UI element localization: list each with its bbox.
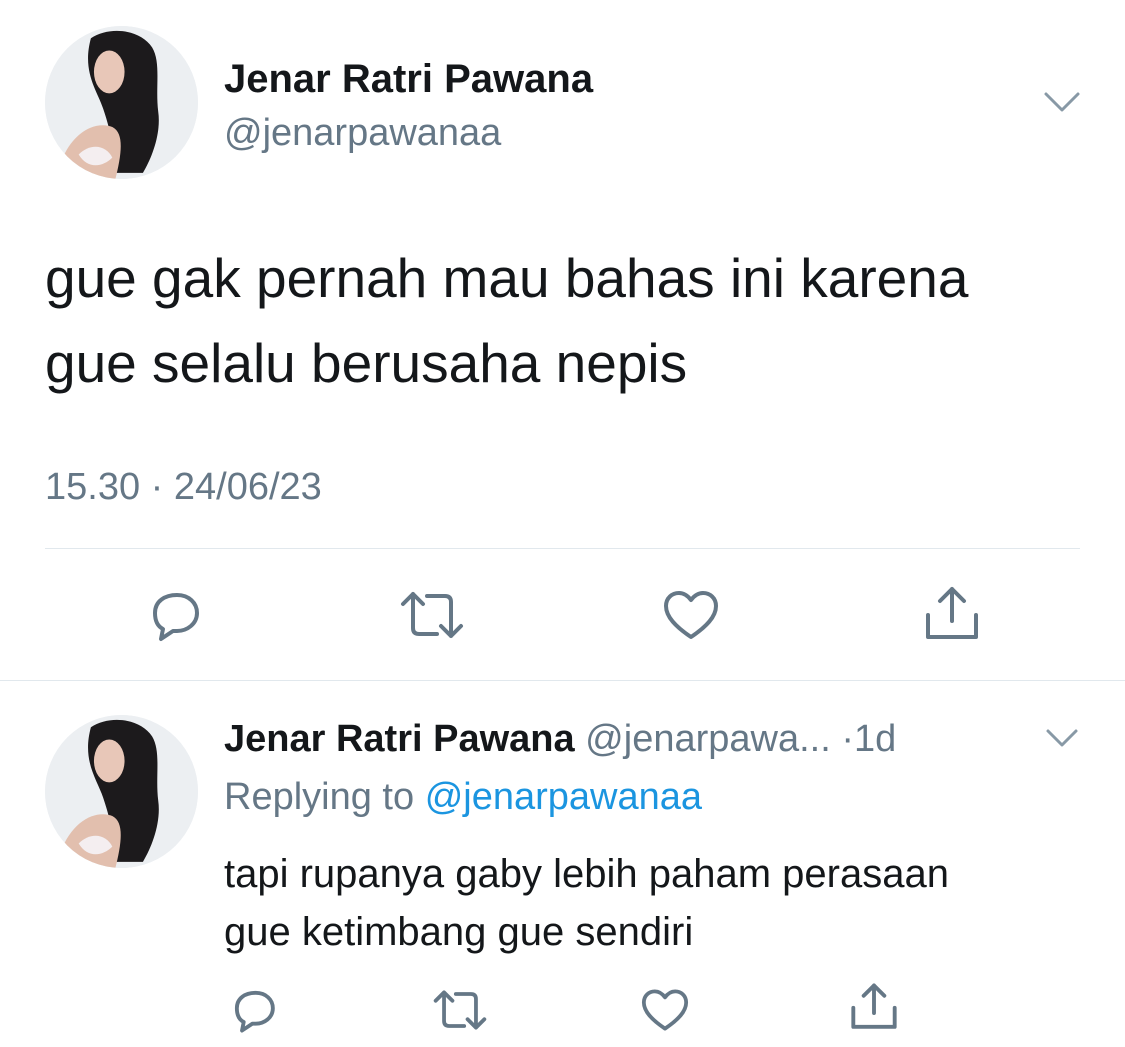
chevron-down-icon[interactable] — [1042, 88, 1082, 116]
tweet-text-line: gue ketimbang gue sendiri — [224, 910, 694, 954]
share-icon[interactable] — [922, 585, 982, 643]
replying-label: Replying to — [224, 776, 415, 818]
chevron-down-icon[interactable] — [1045, 726, 1079, 750]
avatar[interactable] — [45, 26, 198, 179]
retweet-icon[interactable] — [399, 590, 465, 640]
like-icon[interactable] — [662, 589, 720, 641]
reply-icon[interactable] — [230, 986, 278, 1034]
avatar[interactable] — [45, 715, 198, 868]
tweet-thread: Jenar Ratri Pawana @jenarpawanaa gue gak… — [0, 0, 1125, 1047]
tweet-text: gue gak pernah mau bahas ini karena gue … — [45, 236, 1095, 406]
divider — [45, 548, 1080, 549]
meta-separator: · — [841, 718, 854, 760]
meta-separator: · — [150, 466, 164, 508]
replying-to: Replying to @jenarpawanaa — [224, 776, 702, 819]
tweet-date: 24/06/23 — [173, 466, 322, 508]
like-icon[interactable] — [640, 988, 690, 1032]
avatar-photo — [45, 26, 198, 179]
tweet-text-line: gue selalu berusaha nepis — [45, 332, 688, 394]
author-name[interactable]: Jenar Ratri Pawana — [224, 57, 593, 102]
tweet-text: tapi rupanya gaby lebih paham perasaan g… — [224, 845, 1104, 961]
divider — [0, 680, 1125, 681]
tweet-text-line: gue gak pernah mau bahas ini karena — [45, 247, 969, 309]
tweet-text-line: tapi rupanya gaby lebih paham perasaan — [224, 852, 949, 896]
reply-icon[interactable] — [147, 587, 203, 643]
author-name[interactable]: Jenar Ratri Pawana — [224, 718, 575, 760]
share-icon[interactable] — [848, 982, 900, 1032]
author-handle[interactable]: @jenarpawa... — [585, 718, 831, 760]
retweet-icon[interactable] — [432, 989, 488, 1031]
reply-header: Jenar Ratri Pawana @jenarpawa... ·1d — [224, 718, 896, 761]
tweet-age[interactable]: 1d — [854, 718, 896, 760]
avatar-photo — [45, 715, 198, 868]
tweet-timestamp[interactable]: 15.30 · 24/06/23 — [45, 466, 322, 509]
mention-link[interactable]: @jenarpawanaa — [425, 776, 702, 818]
tweet-time: 15.30 — [45, 466, 141, 508]
author-handle[interactable]: @jenarpawanaa — [224, 112, 501, 155]
